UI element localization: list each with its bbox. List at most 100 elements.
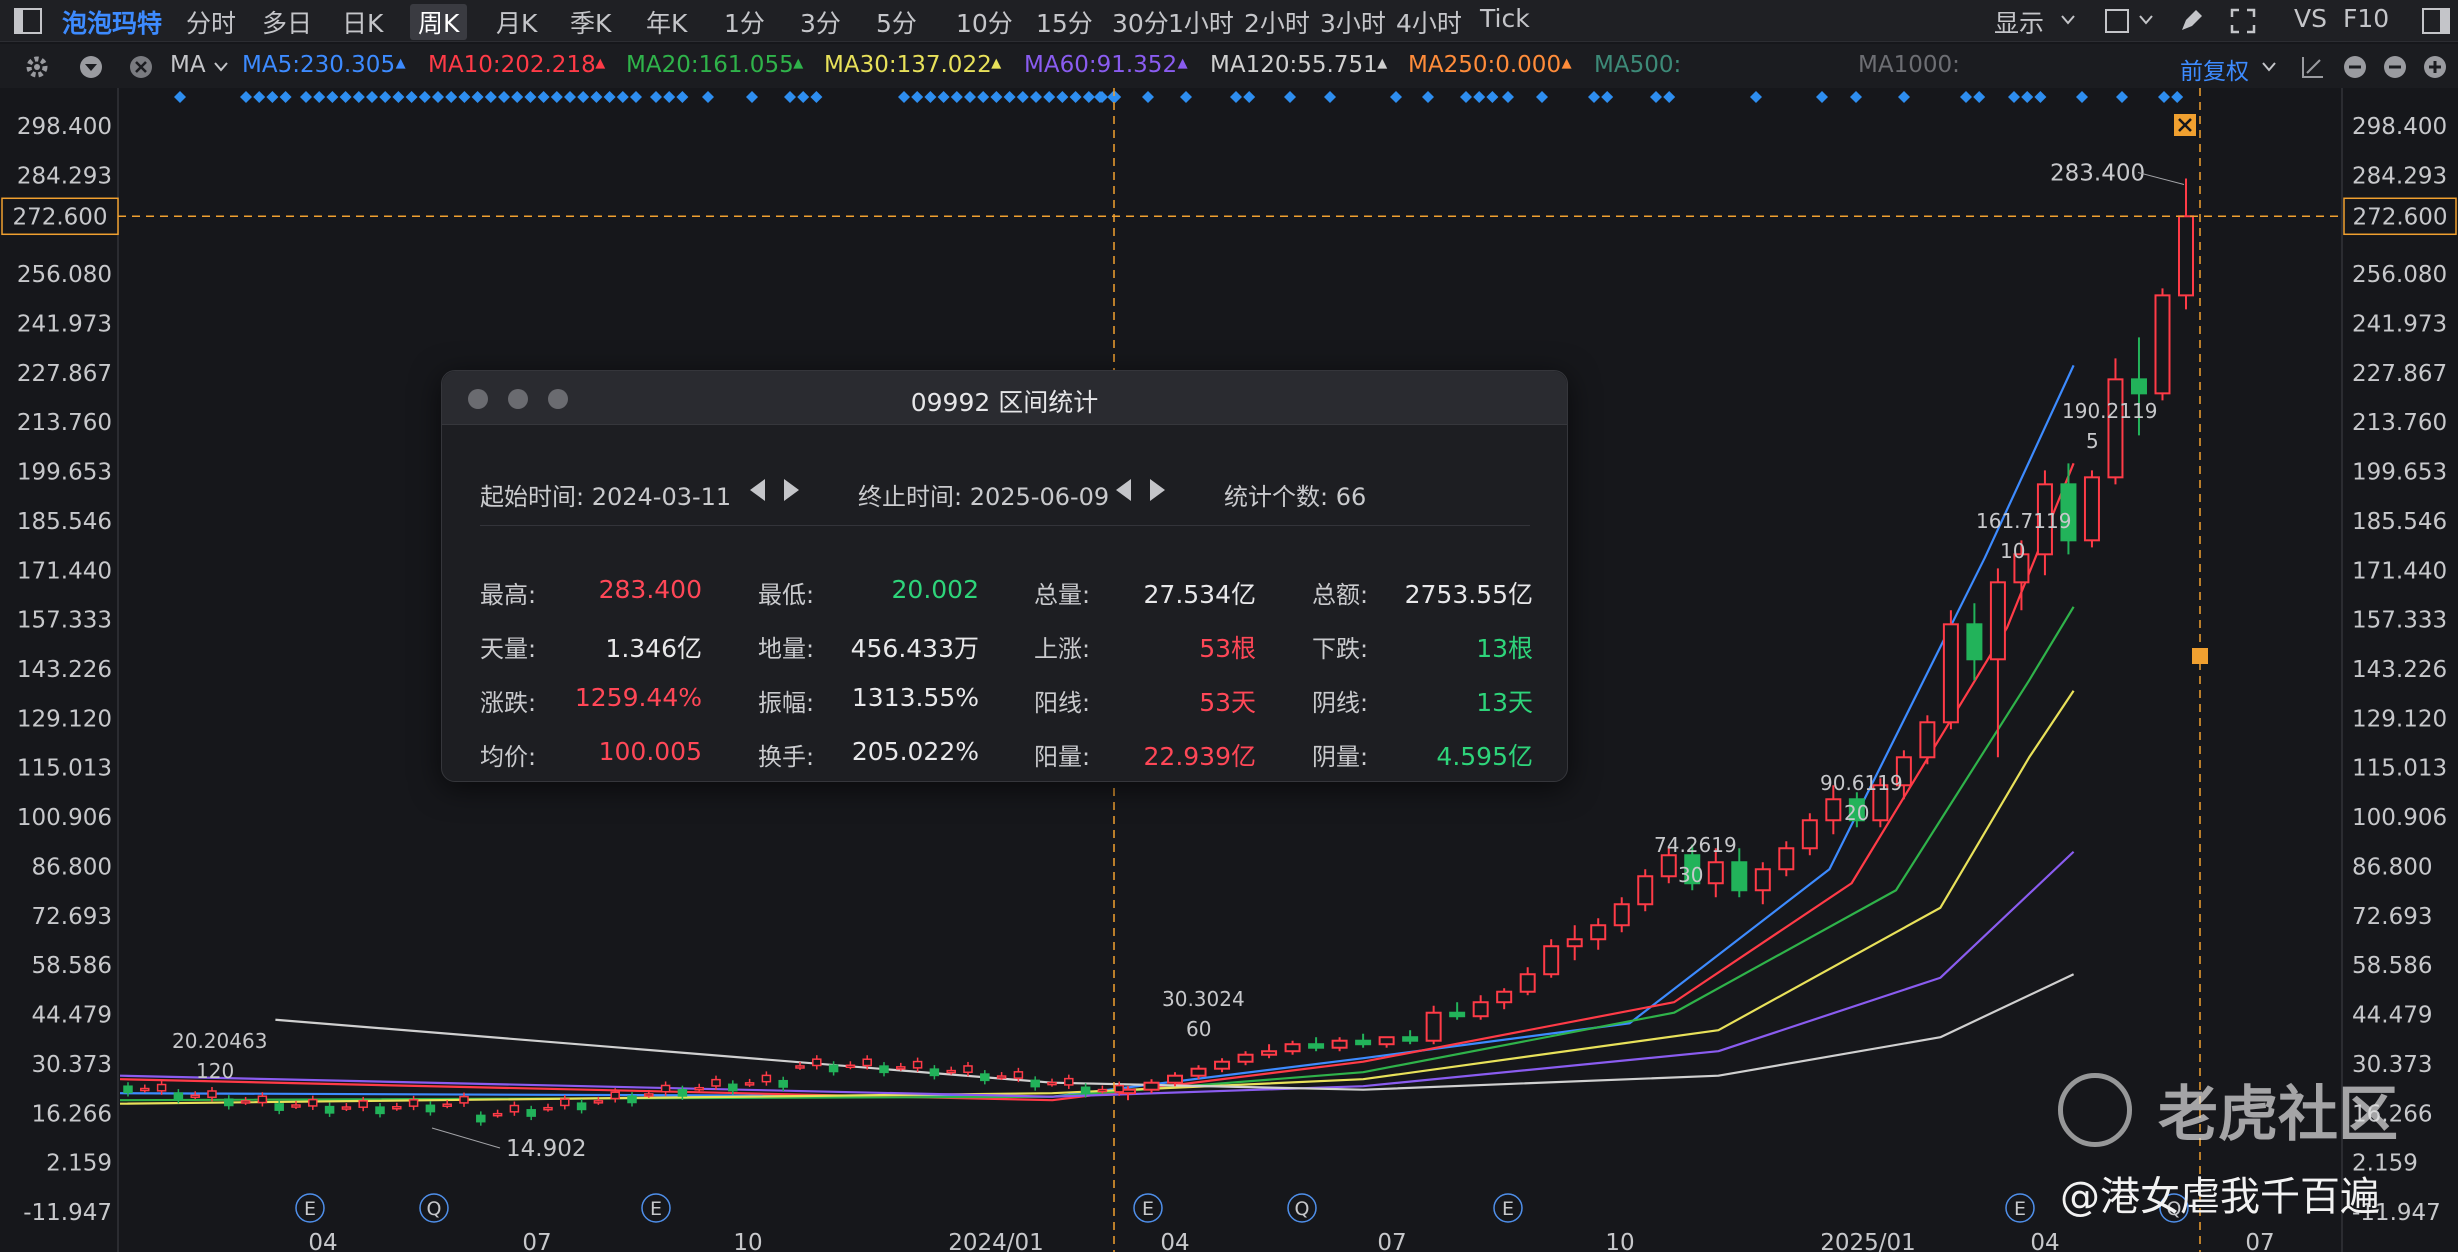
tab-4[interactable]: 月K [496, 4, 537, 40]
tab-12[interactable]: 30分 [1112, 4, 1169, 40]
sidebar-toggle-icon[interactable] [14, 8, 42, 34]
stat-label: 涨跌: [480, 689, 537, 717]
signal-diamond-icon [366, 91, 378, 103]
signal-diamond-icon [1601, 91, 1614, 103]
stat-label: 总额: [1312, 581, 1369, 609]
ma-marker-value: 74.2619 [1654, 833, 1737, 857]
y-tick-label-left: 143.226 [17, 657, 112, 683]
end-next-arrow-icon[interactable] [1150, 479, 1165, 501]
candle-body [156, 1083, 167, 1092]
signal-diamond-icon [1536, 91, 1548, 103]
signal-diamond-icon [810, 91, 823, 103]
chevron-down-icon[interactable] [214, 62, 228, 72]
tab-3[interactable]: 周K [410, 4, 468, 40]
candle-body [1331, 1039, 1348, 1049]
candle-body [1080, 1086, 1091, 1095]
signal-diamond-icon [564, 91, 576, 103]
collapse-icon[interactable] [78, 54, 104, 80]
zoom-out-icon[interactable] [2342, 54, 2368, 80]
ma-item-1[interactable]: MA10:202.218 [428, 52, 596, 78]
signal-diamond-icon [1069, 91, 1082, 103]
candle-body [459, 1095, 469, 1104]
ma-marker-value: 20.20463 [172, 1029, 267, 1053]
panel-toggle-icon[interactable] [2422, 8, 2450, 34]
ma-item-0[interactable]: MA5:230.305 [242, 52, 395, 78]
stat-value: 53根 [1199, 634, 1256, 663]
signal-diamond-icon [2116, 91, 2128, 103]
zoom-out-icon[interactable] [2382, 54, 2408, 80]
tab-6[interactable]: 年K [646, 4, 687, 40]
signal-diamond-icon [511, 91, 524, 103]
display-menu[interactable]: 显示 [1994, 4, 2044, 40]
adjust-selector[interactable]: 前复权 [2180, 52, 2249, 86]
draw-pen-icon[interactable] [2178, 8, 2204, 34]
gear-icon[interactable] [24, 54, 50, 80]
chevron-down-icon[interactable] [2262, 62, 2276, 72]
f10-button[interactable]: F10 [2343, 4, 2389, 33]
y-tick-label-left: 129.120 [17, 706, 112, 732]
y-tick-label-left: 58.586 [32, 953, 112, 979]
start-prev-arrow-icon[interactable] [750, 479, 765, 501]
candle-body [2083, 476, 2100, 542]
ma-item-3[interactable]: MA30:137.022 [824, 52, 992, 78]
x-tick-label: 04 [308, 1230, 337, 1252]
tab-9[interactable]: 5分 [876, 4, 917, 40]
chevron-down-icon[interactable] [2060, 14, 2076, 26]
signal-diamond-icon [432, 91, 444, 103]
axis-scale-icon[interactable] [2300, 54, 2326, 80]
signal-diamond-icon [484, 91, 497, 103]
ma-item-2[interactable]: MA20:161.055 [626, 52, 794, 78]
signal-diamond-icon [590, 91, 603, 103]
y-tick-label-left: 16.266 [32, 1101, 112, 1127]
zoom-in-icon[interactable] [2422, 54, 2448, 80]
ma-item-6[interactable]: MA250:0.000 [1408, 52, 1561, 78]
candle-body [2178, 215, 2194, 297]
tiger-logo-icon [2058, 1073, 2132, 1147]
chevron-down-icon[interactable] [2138, 14, 2154, 26]
window-titlebar[interactable]: 09992 区间统计 [442, 371, 1567, 425]
signal-diamond-icon [950, 91, 963, 103]
start-next-arrow-icon[interactable] [784, 479, 799, 501]
ma-marker-period: 10 [2000, 539, 2025, 563]
signal-diamond-icon [663, 91, 676, 103]
tab-8[interactable]: 3分 [800, 4, 841, 40]
watermark-brand: 老虎社区 [2158, 1080, 2398, 1150]
candle-body [711, 1078, 721, 1087]
ma-marker-value: 161.7119 [1976, 509, 2071, 533]
candle-body [1143, 1081, 1160, 1091]
candle-body [1308, 1043, 1325, 1049]
indicator-selector[interactable]: MA [170, 52, 206, 78]
signal-diamond-icon [1850, 91, 1862, 103]
ma-item-7[interactable]: MA500: [1594, 52, 1681, 78]
tab-5[interactable]: 季K [570, 4, 611, 40]
end-prev-arrow-icon[interactable] [1116, 479, 1131, 501]
layout-icon[interactable] [2104, 8, 2130, 34]
tab-13[interactable]: 1小时 [1168, 4, 1234, 40]
signal-diamond-icon [746, 91, 758, 103]
tab-16[interactable]: 4小时 [1396, 4, 1462, 40]
candle-body [1778, 847, 1795, 871]
signal-diamond-icon [1243, 91, 1256, 103]
candle-body [1402, 1036, 1419, 1042]
tab-0[interactable]: 分时 [186, 4, 236, 40]
close-icon[interactable] [128, 54, 154, 80]
tab-7[interactable]: 1分 [724, 4, 765, 40]
ma-item-8[interactable]: MA1000: [1858, 52, 1960, 78]
stat-label: 阴量: [1312, 743, 1369, 771]
stock-name[interactable]: 泡泡玛特 [62, 4, 162, 40]
tab-15[interactable]: 3小时 [1320, 4, 1386, 40]
tab-11[interactable]: 15分 [1036, 4, 1093, 40]
candle-body [392, 1106, 402, 1110]
fullscreen-icon[interactable] [2230, 8, 2256, 34]
ma-item-4[interactable]: MA60:91.352 [1024, 52, 1177, 78]
tab-17[interactable]: Tick [1480, 4, 1530, 33]
candle-body [341, 1106, 352, 1110]
tab-14[interactable]: 2小时 [1244, 4, 1310, 40]
ma-item-5[interactable]: MA120:55.751 [1210, 52, 1378, 78]
tab-2[interactable]: 日K [342, 4, 383, 40]
compare-vs-button[interactable]: VS [2294, 4, 2327, 33]
signal-diamond-icon [498, 91, 510, 103]
interval-stats-window[interactable]: 09992 区间统计 起始时间: 2024-03-11 终止时间: 2025-0… [441, 370, 1568, 782]
tab-10[interactable]: 10分 [956, 4, 1013, 40]
tab-1[interactable]: 多日 [262, 4, 312, 40]
